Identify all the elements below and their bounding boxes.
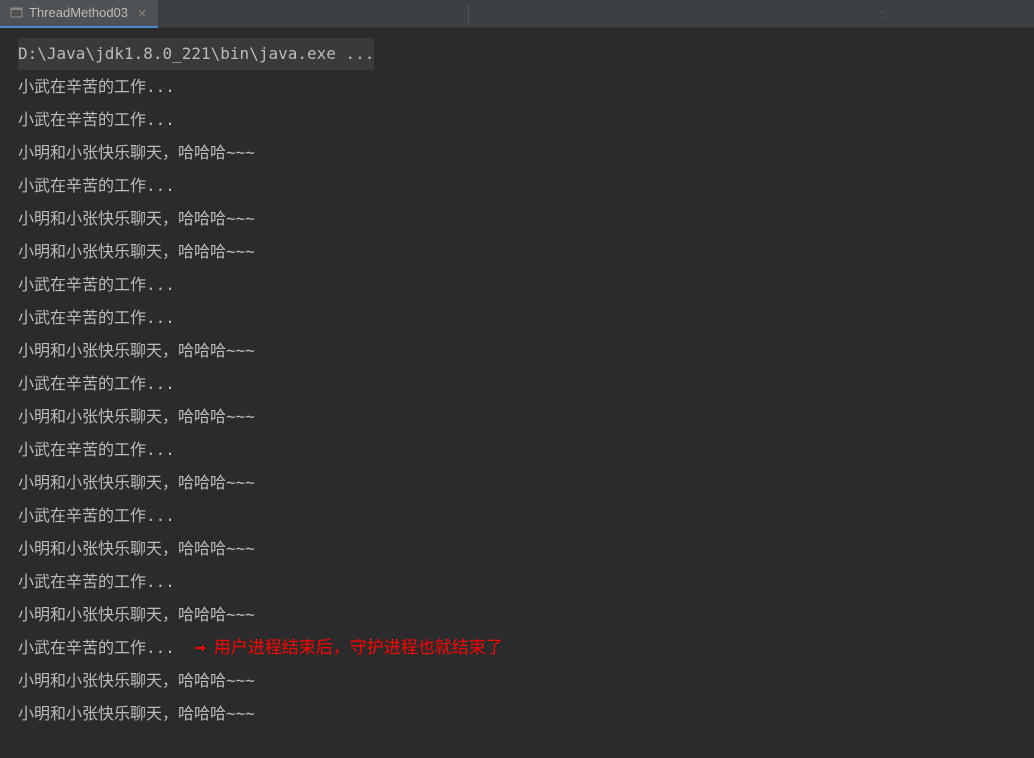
console-line: 小明和小张快乐聊天，哈哈哈~~~ xyxy=(18,202,1034,235)
console-line: 小明和小张快乐聊天，哈哈哈~~~ xyxy=(18,598,1034,631)
tab-bar: ThreadMethod03 × : xyxy=(0,0,1034,28)
command-line-wrapper: D:\Java\jdk1.8.0_221\bin\java.exe ... xyxy=(18,38,1034,70)
arrow-icon: → xyxy=(195,631,206,664)
close-icon[interactable]: × xyxy=(136,5,148,21)
tab-right: : xyxy=(880,6,1034,21)
tab-label: ThreadMethod03 xyxy=(29,5,128,20)
console-line: 小武在辛苦的工作... xyxy=(18,499,1034,532)
annotation-text: 用户进程结束后，守护进程也就结束了 xyxy=(214,631,503,664)
console-line: 小武在辛苦的工作... xyxy=(18,268,1034,301)
run-icon xyxy=(10,6,23,19)
console-line: 小武在辛苦的工作... xyxy=(18,301,1034,334)
console-text: 小武在辛苦的工作... xyxy=(18,631,175,664)
console-line: 小明和小张快乐聊天，哈哈哈~~~ xyxy=(18,532,1034,565)
console-line: 小武在辛苦的工作... xyxy=(18,565,1034,598)
console-line: 小明和小张快乐聊天，哈哈哈~~~ xyxy=(18,466,1034,499)
console-line: 小明和小张快乐聊天，哈哈哈~~~ xyxy=(18,400,1034,433)
console-line: 小武在辛苦的工作... xyxy=(18,103,1034,136)
console-line: 小武在辛苦的工作... xyxy=(18,169,1034,202)
console-output: D:\Java\jdk1.8.0_221\bin\java.exe ... 小武… xyxy=(0,28,1034,730)
console-lines: 小武在辛苦的工作...小武在辛苦的工作...小明和小张快乐聊天，哈哈哈~~~小武… xyxy=(18,70,1034,730)
console-line: 小明和小张快乐聊天，哈哈哈~~~ xyxy=(18,697,1034,730)
console-line: 小武在辛苦的工作... xyxy=(18,433,1034,466)
console-line: 小明和小张快乐聊天，哈哈哈~~~ xyxy=(18,334,1034,367)
command-line: D:\Java\jdk1.8.0_221\bin\java.exe ... xyxy=(18,38,374,70)
console-line: 小明和小张快乐聊天，哈哈哈~~~ xyxy=(18,235,1034,268)
console-line: 小武在辛苦的工作... →用户进程结束后，守护进程也就结束了 xyxy=(18,631,1034,664)
console-line: 小武在辛苦的工作... xyxy=(18,367,1034,400)
console-line: 小武在辛苦的工作... xyxy=(18,70,1034,103)
tab-divider xyxy=(468,4,469,24)
console-line: 小明和小张快乐聊天，哈哈哈~~~ xyxy=(18,136,1034,169)
annotation: →用户进程结束后，守护进程也就结束了 xyxy=(195,631,503,664)
tab-threadmethod03[interactable]: ThreadMethod03 × xyxy=(0,0,158,28)
console-line: 小明和小张快乐聊天，哈哈哈~~~ xyxy=(18,664,1034,697)
